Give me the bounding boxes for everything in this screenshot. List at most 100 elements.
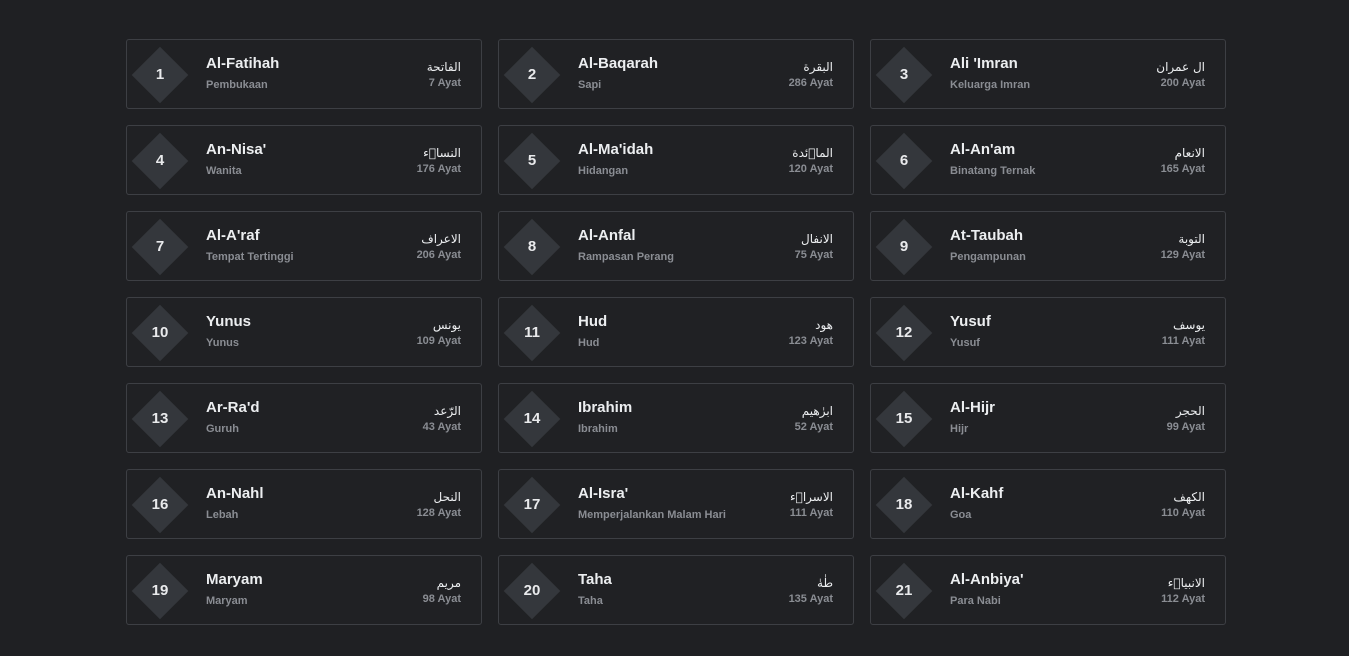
surah-card[interactable]: 5 Al-Ma'idah Hidangan الماۤئدة 120 Ayat	[498, 125, 854, 195]
surah-name: Al-Anfal	[578, 227, 636, 244]
surah-name: Al-Kahf	[950, 485, 1004, 502]
surah-arabic-name: الانبياۤء	[1167, 576, 1205, 590]
surah-card[interactable]: 7 Al-A'raf Tempat Tertinggi الاعراف 206 Ayat	[126, 211, 482, 281]
surah-meaning: Tempat Tertinggi	[206, 251, 294, 263]
surah-name: An-Nahl	[206, 485, 264, 502]
surah-number: 18	[895, 496, 913, 513]
surah-arabic-name: الانعام	[1174, 146, 1205, 160]
surah-meaning: Taha	[578, 595, 603, 607]
surah-meaning: Binatang Ternak	[950, 165, 1036, 177]
surah-card[interactable]: 2 Al-Baqarah Sapi البقرة 286 Ayat	[498, 39, 854, 109]
surah-ayat-count: 112 Ayat	[1161, 593, 1205, 605]
surah-ayat-count: 110 Ayat	[1161, 507, 1205, 519]
surah-card[interactable]: 10 Yunus Yunus يونس 109 Ayat	[126, 297, 482, 367]
surah-name: Taha	[578, 571, 612, 588]
surah-number: 9	[899, 238, 909, 255]
surah-card[interactable]: 9 At-Taubah Pengampunan التوبة 129 Ayat	[870, 211, 1226, 281]
surah-ayat-count: 75 Ayat	[794, 249, 833, 261]
surah-number: 10	[151, 324, 169, 341]
surah-name: At-Taubah	[950, 227, 1024, 244]
surah-arabic-name: الكهف	[1173, 490, 1205, 504]
surah-card[interactable]: 12 Yusuf Yusuf يوسف 111 Ayat	[870, 297, 1226, 367]
surah-number: 3	[899, 66, 909, 83]
surah-card[interactable]: 11 Hud Hud هود 123 Ayat	[498, 297, 854, 367]
surah-ayat-count: 120 Ayat	[788, 163, 833, 175]
surah-number: 2	[527, 66, 537, 83]
surah-arabic-name: الفاتحة	[426, 60, 461, 74]
surah-name: Al-Fatihah	[206, 55, 280, 72]
surah-card[interactable]: 1 Al-Fatihah Pembukaan الفاتحة 7 Ayat	[126, 39, 482, 109]
surah-name: Al-Baqarah	[578, 55, 659, 72]
surah-meaning: Ibrahim	[578, 423, 618, 435]
surah-meaning: Lebah	[206, 509, 239, 521]
surah-card[interactable]: 14 Ibrahim Ibrahim ابرٰهيم 52 Ayat	[498, 383, 854, 453]
surah-card[interactable]: 19 Maryam Maryam مريم 98 Ayat	[126, 555, 482, 625]
surah-meaning: Pengampunan	[950, 251, 1026, 263]
surah-card[interactable]: 21 Al-Anbiya' Para Nabi الانبياۤء 112 Ayat	[870, 555, 1226, 625]
surah-arabic-name: النحل	[433, 490, 461, 504]
surah-ayat-count: 98 Ayat	[422, 593, 461, 605]
surah-card[interactable]: 20 Taha Taha طٰهٰ 135 Ayat	[498, 555, 854, 625]
surah-card[interactable]: 4 An-Nisa' Wanita النساۤء 176 Ayat	[126, 125, 482, 195]
surah-name: Al-Isra'	[578, 485, 629, 502]
surah-arabic-name: الاعراف	[421, 232, 461, 246]
surah-number: 19	[151, 582, 169, 599]
surah-arabic-name: البقرة	[803, 60, 833, 74]
surah-ayat-count: 109 Ayat	[416, 335, 461, 347]
surah-grid: 1 Al-Fatihah Pembukaan الفاتحة 7 Ayat 2 Al-Baq…	[126, 39, 1226, 625]
surah-meaning: Hidangan	[578, 165, 629, 177]
surah-arabic-name: مريم	[436, 576, 461, 590]
surah-card[interactable]: 18 Al-Kahf Goa الكهف 110 Ayat	[870, 469, 1226, 539]
surah-ayat-count: 7 Ayat	[428, 77, 461, 89]
surah-name: Al-An'am	[950, 141, 1016, 158]
surah-meaning: Maryam	[206, 595, 248, 607]
surah-number: 6	[899, 152, 909, 169]
surah-meaning: Guruh	[206, 423, 239, 435]
surah-name: Yusuf	[950, 313, 991, 330]
surah-number: 14	[523, 410, 541, 427]
surah-meaning: Wanita	[206, 165, 242, 177]
surah-arabic-name: ال عمران	[1156, 60, 1205, 74]
surah-number: 1	[155, 66, 165, 83]
surah-name: Yunus	[206, 313, 252, 330]
surah-card[interactable]: 17 Al-Isra' Memperjalankan Malam Hari الاسر…	[498, 469, 854, 539]
surah-number: 17	[523, 496, 541, 513]
surah-name: An-Nisa'	[206, 141, 267, 158]
surah-name: Ali 'Imran	[950, 55, 1018, 72]
surah-card[interactable]: 15 Al-Hijr Hijr الحجر 99 Ayat	[870, 383, 1226, 453]
surah-number: 8	[527, 238, 537, 255]
surah-number: 11	[524, 324, 540, 341]
surah-card[interactable]: 8 Al-Anfal Rampasan Perang الانفال 75 Ayat	[498, 211, 854, 281]
surah-arabic-name: طٰهٰ	[817, 576, 833, 590]
surah-card[interactable]: 16 An-Nahl Lebah النحل 128 Ayat	[126, 469, 482, 539]
surah-meaning: Para Nabi	[950, 595, 1001, 607]
surah-arabic-name: الرّعد	[433, 404, 461, 418]
surah-card[interactable]: 13 Ar-Ra'd Guruh الرّعد 43 Ayat	[126, 383, 482, 453]
surah-meaning: Goa	[950, 509, 972, 521]
surah-name: Al-Anbiya'	[950, 571, 1024, 588]
surah-ayat-count: 176 Ayat	[416, 163, 461, 175]
surah-number: 13	[151, 410, 169, 427]
surah-arabic-name: الماۤئدة	[792, 146, 833, 160]
surah-number: 15	[895, 410, 913, 427]
surah-meaning: Hijr	[950, 423, 969, 435]
surah-name: Al-Ma'idah	[578, 141, 654, 158]
surah-card[interactable]: 3 Ali 'Imran Keluarga Imran ال عمران 200 Aya…	[870, 39, 1226, 109]
surah-arabic-name: الانفال	[801, 232, 833, 246]
surah-number: 20	[523, 582, 541, 599]
surah-card[interactable]: 6 Al-An'am Binatang Ternak الانعام 165 Ayat	[870, 125, 1226, 195]
surah-meaning: Pembukaan	[206, 79, 268, 91]
surah-ayat-count: 111 Ayat	[789, 507, 833, 519]
surah-meaning: Memperjalankan Malam Hari	[578, 509, 726, 521]
surah-meaning: Keluarga Imran	[950, 79, 1031, 91]
surah-meaning: Yusuf	[950, 337, 980, 349]
surah-arabic-name: يوسف	[1172, 318, 1205, 332]
surah-number: 7	[155, 238, 165, 255]
surah-number: 21	[895, 582, 913, 599]
surah-ayat-count: 99 Ayat	[1166, 421, 1205, 433]
surah-arabic-name: الاسراۤء	[789, 490, 833, 504]
surah-number: 5	[527, 152, 537, 169]
surah-name: Maryam	[206, 571, 263, 588]
surah-arabic-name: هود	[815, 318, 833, 332]
surah-arabic-name: يونس	[432, 318, 461, 332]
